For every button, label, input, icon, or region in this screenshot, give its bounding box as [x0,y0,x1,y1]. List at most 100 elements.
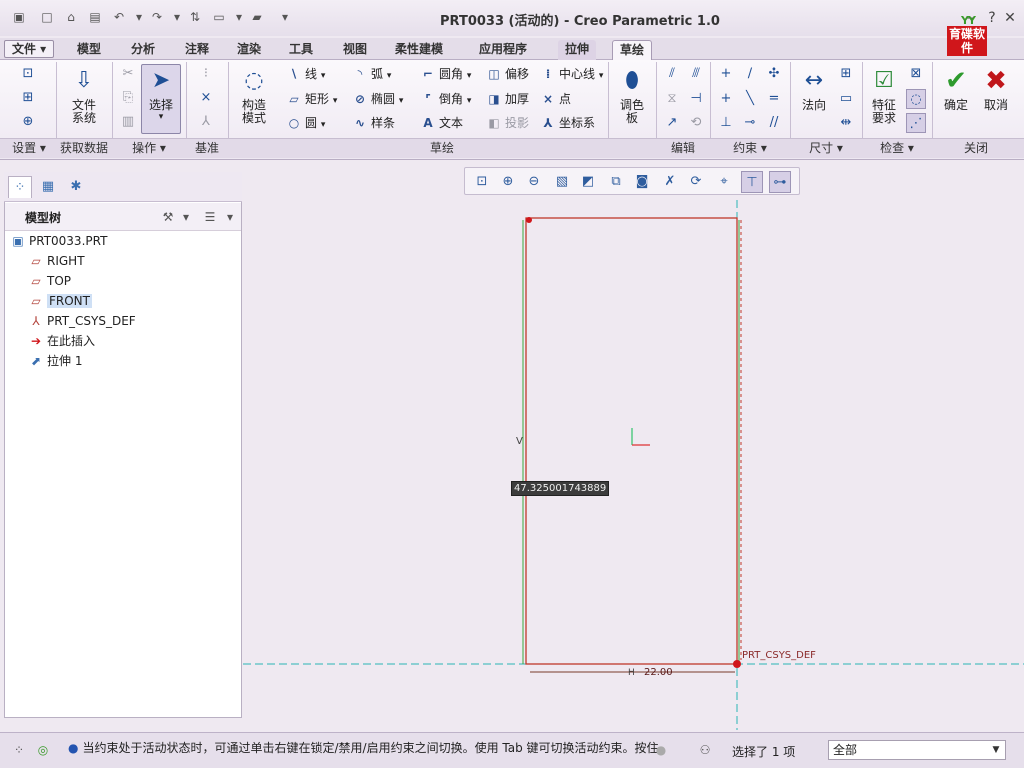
modify-icon[interactable]: ⫽ [662,64,682,84]
text-button[interactable]: A 文本 [420,113,463,133]
tab-extrude[interactable]: 拉伸 [558,40,597,60]
repaint-icon[interactable]: ▧ [551,171,573,193]
spline-button[interactable]: ∿ 样条 [352,113,395,133]
sketcher-display-icon[interactable]: ⊤ [741,171,763,193]
saved-orientations-icon[interactable]: ⧉ [605,171,627,193]
close-window-icon[interactable]: ▰ [248,8,266,26]
shade-closed-loops-icon[interactable]: ⋰ [906,113,926,133]
favorites-tab-icon[interactable]: ✱ [64,176,88,198]
csys-button[interactable]: ⅄ 坐标系 [540,113,595,133]
redo-dropdown-icon[interactable]: ▾ [168,8,186,26]
selection-count[interactable]: 选择了 1 项 [732,743,795,760]
settings-dropdown-icon[interactable]: ▾ [177,208,195,226]
zoom-in-icon[interactable]: ⊕ [497,171,519,193]
ellipse-button[interactable]: ⊘ 椭圆 ▾ [352,89,403,109]
symmetric-constraint-icon[interactable]: ✣ [764,64,784,84]
sketch-view-icon[interactable]: ⊕ [18,112,38,132]
reference-dimension-icon[interactable]: ▭ [836,89,856,109]
tab-file[interactable]: 文件 ▾ [4,40,55,58]
file-system-button[interactable]: ⇩ 文件 系统 [62,66,106,125]
tree-item-part[interactable]: ▣ PRT0033.PRT [10,232,107,250]
show-icon[interactable]: ☰ [201,208,219,226]
project-button[interactable]: ◧ 投影 [486,113,529,133]
circle-button[interactable]: ○ 圆 ▾ [286,113,326,133]
tab-view[interactable]: 视图 [336,40,374,60]
tree-item-insert-here[interactable]: ➔ 在此插入 [28,332,95,350]
group-dimension-label[interactable]: 尺寸 ▾ [790,140,862,156]
arc-button[interactable]: ◝ 弧 ▾ [352,64,392,84]
feature-requirements-button[interactable]: ☑ 特征 要求 [864,66,904,125]
browser-toggle-icon[interactable]: ◎ [34,741,52,759]
fillet-button[interactable]: ⌐ 圆角 ▾ [420,64,471,84]
datum-point-icon[interactable]: × [196,88,216,108]
select-button-content[interactable]: ➤ 选择 ▾ [141,66,181,122]
equal-constraint-icon[interactable]: = [764,89,784,109]
new-icon[interactable]: □ [38,8,56,26]
construction-mode-button[interactable]: ◌ 构造 模式 [234,66,274,125]
copy-icon[interactable]: ⎘ [118,88,138,108]
model-tree-tab-icon[interactable]: ⁘ [8,176,32,198]
regenerate-icon[interactable]: ⇅ [186,8,204,26]
close-button[interactable]: ✕ [1000,8,1020,28]
highlight-open-ends-icon[interactable]: ◌ [906,89,926,109]
overlapping-geometry-icon[interactable]: ⊠ [906,64,926,84]
references-icon[interactable]: ⊞ [18,88,38,108]
tab-render[interactable]: 渲染 [230,40,268,60]
refit-icon[interactable]: ⊡ [471,171,493,193]
tree-item-top[interactable]: ▱ TOP [28,272,71,290]
folder-browser-tab-icon[interactable]: ▦ [36,176,60,198]
perpendicular-constraint-icon[interactable]: ⊥ [716,113,736,133]
undo-dropdown-icon[interactable]: ▾ [130,8,148,26]
chamfer-button[interactable]: ⌜ 倒角 ▾ [420,89,471,109]
tree-item-extrude[interactable]: ⬈ 拉伸 1 [28,352,82,370]
windows-dropdown-icon[interactable]: ▾ [230,8,248,26]
sketch-setup-icon[interactable]: ⊡ [18,64,38,84]
mirror-icon[interactable]: ⧖ [662,89,682,109]
datum-display-icon[interactable]: ✗ [659,171,681,193]
windows-icon[interactable]: ▭ [210,8,228,26]
zoom-out-icon[interactable]: ⊖ [523,171,545,193]
group-constrain-label[interactable]: 约束 ▾ [710,140,790,156]
baseline-icon[interactable]: ⇹ [836,113,856,133]
rotate-resize-icon[interactable]: ⟲ [686,113,706,133]
centerline-button[interactable]: ⁞ 中心线 ▾ [540,64,604,84]
vertical-constraint-icon[interactable]: + [716,64,736,84]
datum-centerline-icon[interactable]: ⁝ [196,64,216,84]
tree-item-front[interactable]: ▱ FRONT [28,292,92,310]
display-style-icon[interactable]: ◩ [577,171,599,193]
annotation-display-icon[interactable]: ⌖ [713,171,735,193]
offset-button[interactable]: ◫ 偏移 [486,64,529,84]
delete-segment-icon[interactable]: ⫻ [686,64,706,84]
coincident-constraint-icon[interactable]: ⊸ [740,113,760,133]
datum-csys-icon[interactable]: ⅄ [196,112,216,132]
tab-tools[interactable]: 工具 [282,40,320,60]
sketch-constraints-display-icon[interactable]: ⊶ [769,171,791,193]
tab-flexible-modeling[interactable]: 柔性建模 [388,40,450,60]
navigator-toggle-icon[interactable]: ⁘ [10,741,28,759]
tab-model[interactable]: 模型 [70,40,108,60]
cancel-button[interactable]: ✖ 取消 [978,66,1014,112]
group-setup-label[interactable]: 设置 ▾ [4,140,54,156]
cut-icon[interactable]: ✂ [118,64,138,84]
midpoint-constraint-icon[interactable]: ╲ [740,89,760,109]
show-dropdown-icon[interactable]: ▾ [221,208,239,226]
open-icon[interactable]: ⌂ [62,8,80,26]
horizontal-constraint-icon[interactable]: + [716,89,736,109]
tree-item-right[interactable]: ▱ RIGHT [28,252,84,270]
normal-dimension-button[interactable]: ↔ 法向 [794,66,834,112]
line-button[interactable]: ∖ 线 ▾ [286,64,326,84]
point-button[interactable]: × 点 [540,89,571,109]
divide-icon[interactable]: ↗ [662,113,682,133]
save-icon[interactable]: ▤ [86,8,104,26]
view-manager-icon[interactable]: ◙ [631,171,653,193]
customize-toolbar-icon[interactable]: ▾ [276,8,294,26]
tangent-constraint-icon[interactable]: ∕ [740,64,760,84]
selection-filter-select[interactable]: 全部 ▼ [828,740,1006,760]
tab-analysis[interactable]: 分析 [124,40,162,60]
corner-icon[interactable]: ⊣ [686,89,706,109]
perimeter-icon[interactable]: ⊞ [836,64,856,84]
group-inspect-label[interactable]: 检查 ▾ [862,140,932,156]
thicken-button[interactable]: ◨ 加厚 [486,89,529,109]
tab-annotate[interactable]: 注释 [178,40,216,60]
parallel-constraint-icon[interactable]: // [764,113,784,133]
